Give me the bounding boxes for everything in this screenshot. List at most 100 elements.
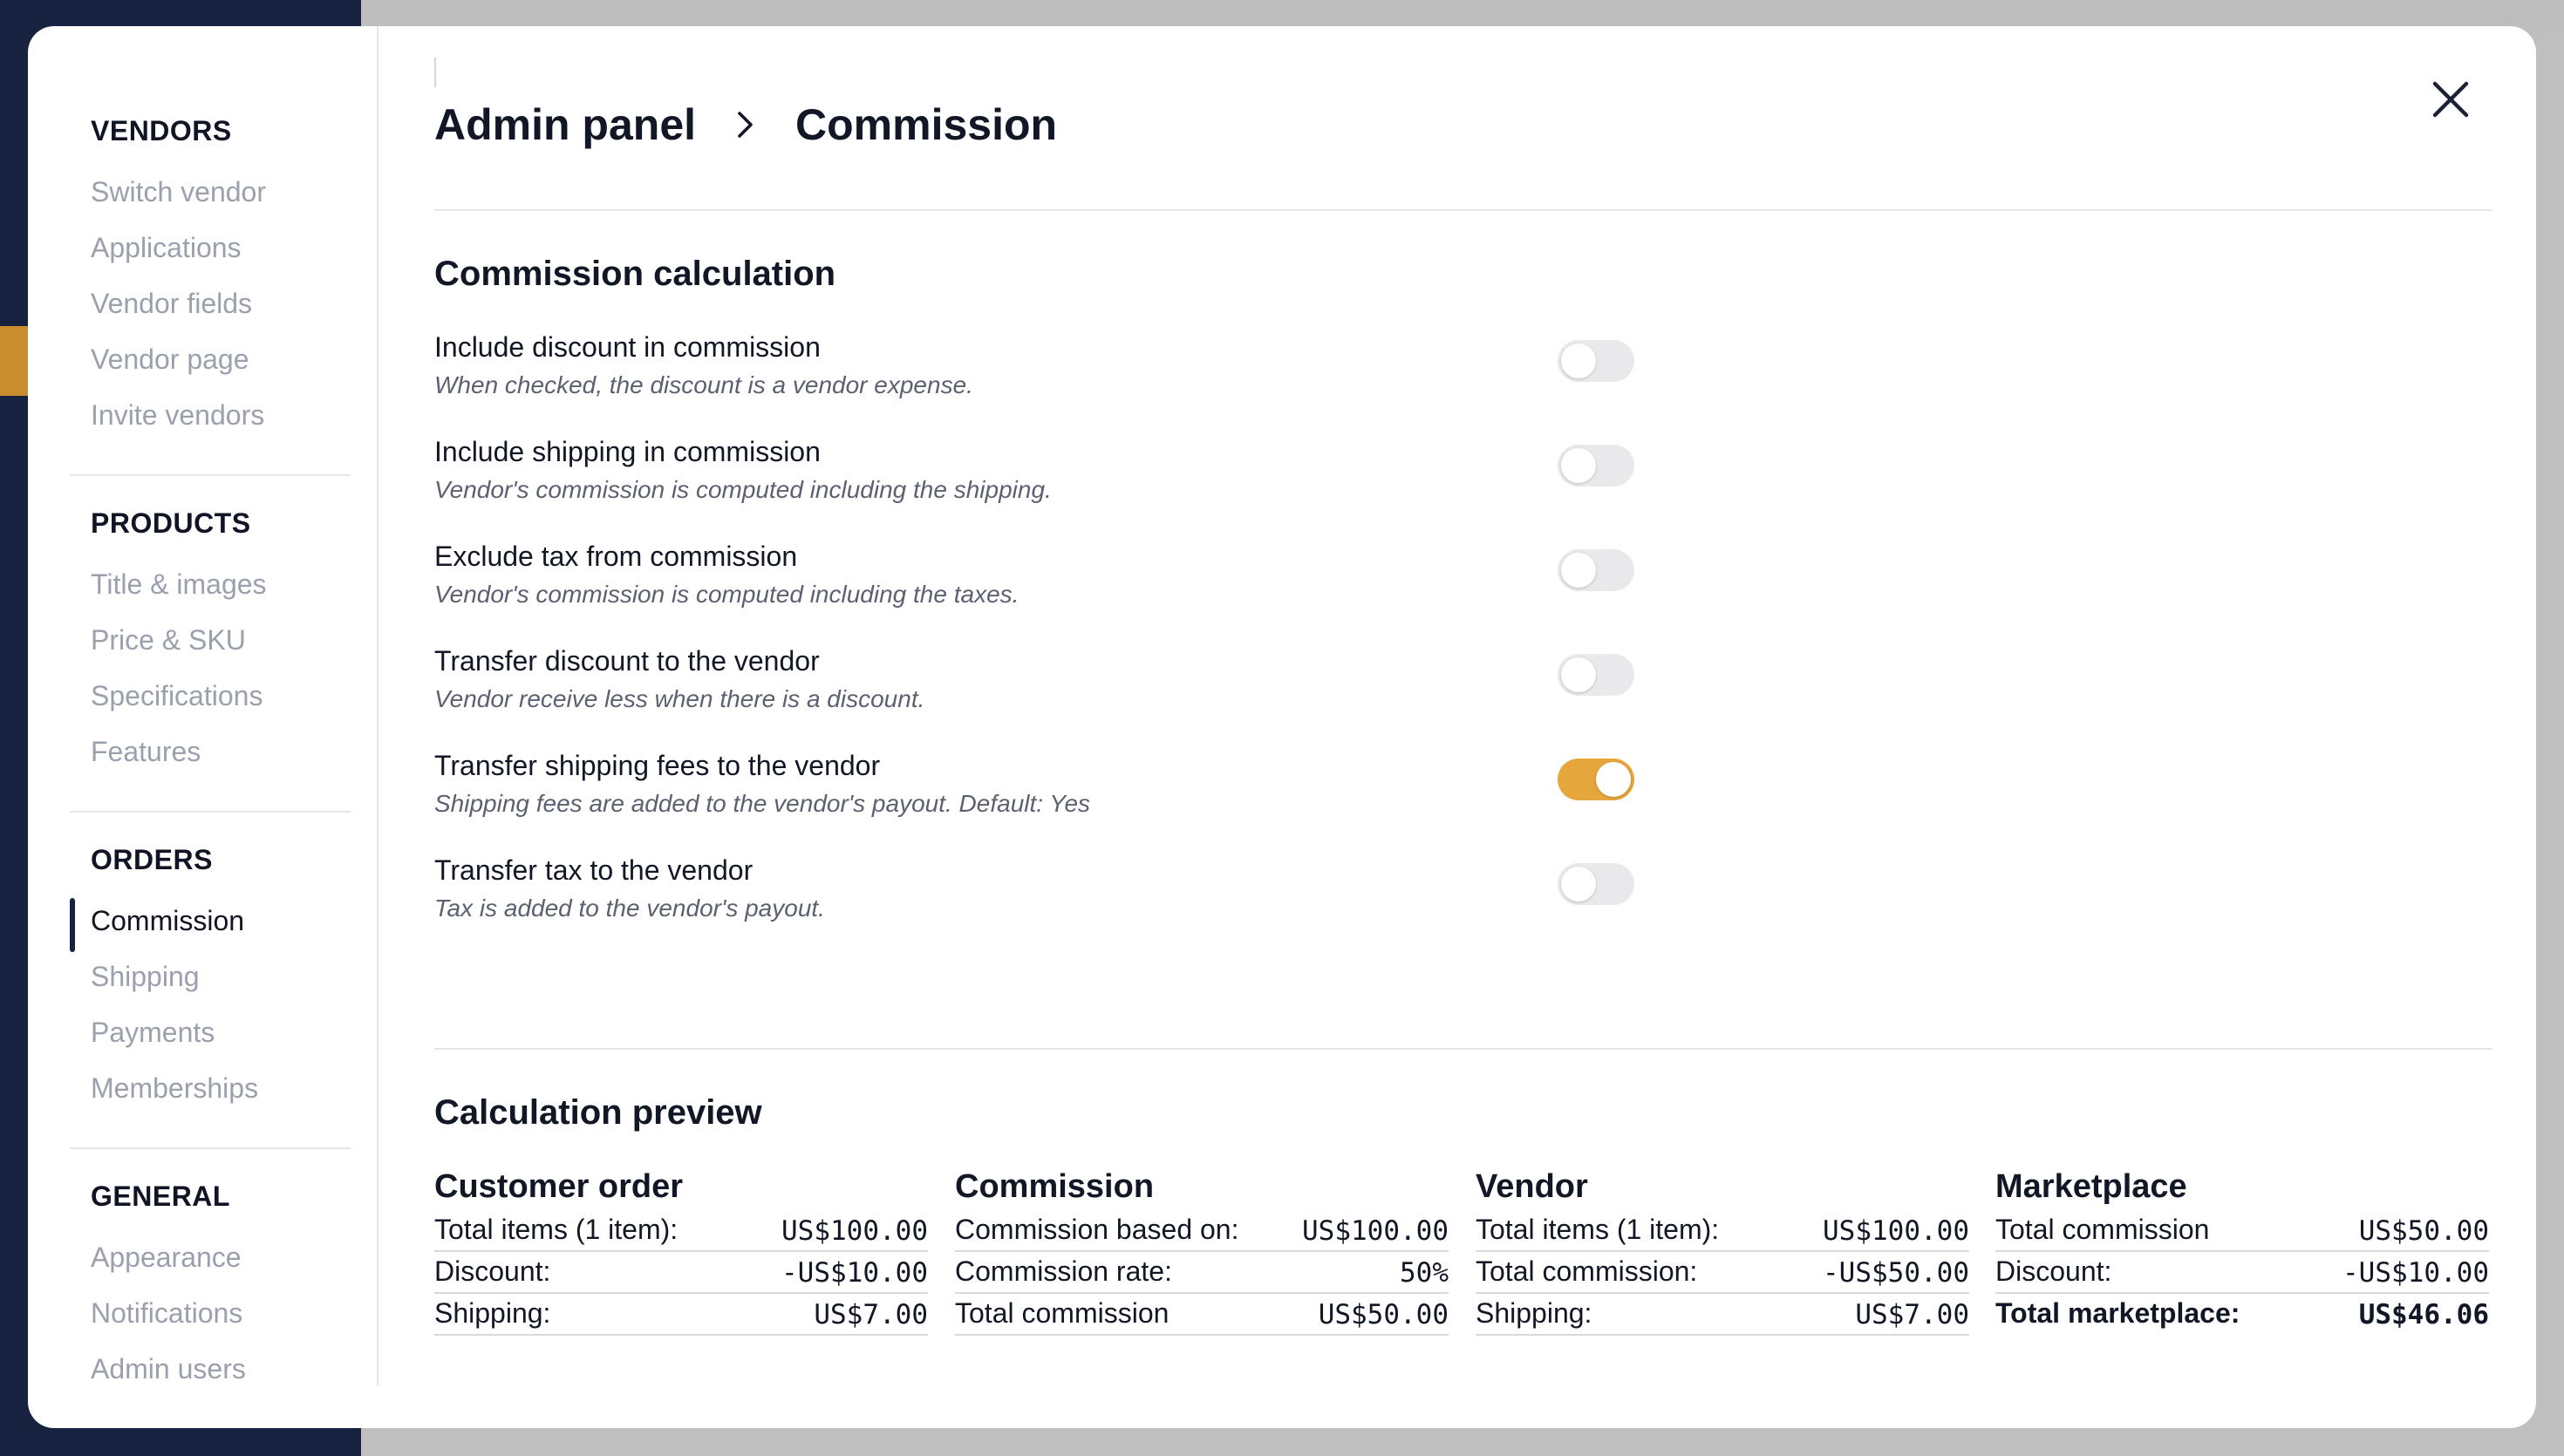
sidebar-divider [70, 811, 351, 813]
setting-description: Vendor receive less when there is a disc… [434, 685, 925, 712]
preview-row: Total items (1 item): US$100.00 [434, 1210, 928, 1252]
preview-column-title: Customer order [434, 1168, 684, 1205]
sidebar-item-vendor-fields[interactable]: Vendor fields [91, 288, 252, 320]
preview-row: Commission based on: US$100.00 [955, 1210, 1449, 1252]
setting-include-shipping: Include shipping in commission Vendor's … [434, 436, 1655, 523]
active-item-indicator [70, 898, 75, 952]
sidebar-item-payments[interactable]: Payments [91, 1017, 215, 1049]
sidebar-section-title: VENDORS [91, 115, 232, 146]
text-cursor [434, 58, 436, 87]
background-accent-marker [0, 326, 28, 396]
sidebar-item-switch-vendor[interactable]: Switch vendor [91, 176, 266, 208]
sidebar-item-price-sku[interactable]: Price & SKU [91, 624, 246, 657]
toggle-exclude-tax[interactable] [1558, 549, 1634, 591]
sidebar-divider [70, 474, 351, 476]
preview-row-value: US$100.00 [781, 1215, 928, 1247]
preview-row: Total commission: -US$50.00 [1476, 1252, 1969, 1294]
sidebar-item-specifications[interactable]: Specifications [91, 680, 263, 712]
sidebar-item-applications[interactable]: Applications [91, 232, 242, 264]
preview-row: Shipping: US$7.00 [434, 1294, 928, 1336]
preview-row-label: Total items (1 item): [1476, 1214, 1720, 1245]
toggle-include-discount[interactable] [1558, 340, 1634, 382]
section-divider [434, 1048, 2492, 1050]
toggle-knob [1561, 553, 1596, 588]
preview-row-total: Total marketplace: US$46.06 [1995, 1294, 2489, 1336]
sidebar-item-title-images[interactable]: Title & images [91, 568, 267, 601]
main-content: Admin panel Commission Commission calcul… [434, 26, 2492, 1428]
toggle-knob [1596, 762, 1631, 797]
preview-row-label: Total commission: [1476, 1255, 1698, 1287]
preview-row-value: US$100.00 [1823, 1215, 1969, 1247]
sidebar-item-shipping[interactable]: Shipping [91, 961, 200, 993]
preview-row-value: -US$10.00 [2342, 1257, 2489, 1289]
breadcrumb: Admin panel Commission [434, 98, 1057, 152]
settings-sidebar: VENDORS Switch vendor Applications Vendo… [28, 26, 378, 1386]
preview-row: Total commission US$50.00 [955, 1294, 1449, 1336]
preview-row: Shipping: US$7.00 [1476, 1294, 1969, 1336]
preview-row-value: -US$50.00 [1823, 1257, 1969, 1289]
preview-row-value: US$100.00 [1302, 1215, 1449, 1247]
toggle-knob [1561, 344, 1596, 378]
chevron-right-icon [720, 98, 771, 152]
preview-row-label: Commission based on: [955, 1214, 1239, 1245]
sidebar-section-title: PRODUCTS [91, 507, 251, 539]
preview-row-value: US$7.00 [1855, 1299, 1969, 1330]
setting-exclude-tax: Exclude tax from commission Vendor's com… [434, 541, 1655, 628]
toggle-knob [1561, 867, 1596, 901]
preview-column-title: Vendor [1476, 1168, 1588, 1205]
setting-description: Shipping fees are added to the vendor's … [434, 790, 1091, 817]
toggle-transfer-shipping[interactable] [1558, 759, 1634, 800]
setting-label: Include shipping in commission [434, 436, 821, 467]
calculation-preview-title: Calculation preview [434, 1093, 762, 1132]
background-header-strip [361, 0, 2564, 26]
preview-row-value: US$50.00 [1318, 1299, 1449, 1330]
setting-include-discount: Include discount in commission When chec… [434, 331, 1655, 418]
preview-row-value: US$50.00 [2358, 1215, 2489, 1247]
header-divider [434, 209, 2492, 211]
toggle-transfer-tax[interactable] [1558, 863, 1634, 905]
sidebar-item-appearance[interactable]: Appearance [91, 1242, 242, 1274]
sidebar-item-features[interactable]: Features [91, 736, 201, 768]
preview-row-label: Total commission [955, 1297, 1169, 1329]
setting-label: Include discount in commission [434, 331, 821, 363]
toggle-knob [1561, 448, 1596, 483]
setting-description: Tax is added to the vendor's payout. [434, 895, 825, 922]
toggle-include-shipping[interactable] [1558, 445, 1634, 486]
setting-transfer-shipping: Transfer shipping fees to the vendor Shi… [434, 750, 1655, 837]
preview-row-label: Shipping: [1476, 1297, 1592, 1329]
sidebar-item-commission[interactable]: Commission [91, 905, 244, 937]
preview-row-label: Total commission [1995, 1214, 2210, 1245]
setting-label: Transfer shipping fees to the vendor [434, 750, 881, 781]
setting-description: Vendor's commission is computed includin… [434, 476, 1052, 503]
breadcrumb-item-admin-panel[interactable]: Admin panel [434, 99, 696, 150]
preview-row: Discount: -US$10.00 [434, 1252, 928, 1294]
commission-calculation-title: Commission calculation [434, 255, 836, 293]
preview-row-value: 50% [1400, 1257, 1449, 1289]
close-button[interactable] [2426, 75, 2475, 124]
setting-description: Vendor's commission is computed includin… [434, 581, 1019, 608]
toggle-knob [1561, 657, 1596, 692]
setting-label: Transfer tax to the vendor [434, 854, 754, 886]
setting-description: When checked, the discount is a vendor e… [434, 371, 973, 398]
sidebar-item-admin-users[interactable]: Admin users [91, 1353, 246, 1385]
preview-column-title: Marketplace [1995, 1168, 2187, 1205]
preview-row-label: Total marketplace: [1995, 1297, 2240, 1329]
preview-row: Total items (1 item): US$100.00 [1476, 1210, 1969, 1252]
sidebar-section-title: ORDERS [91, 844, 213, 875]
sidebar-divider [70, 1147, 351, 1149]
sidebar-item-vendor-page[interactable]: Vendor page [91, 344, 249, 376]
sidebar-item-memberships[interactable]: Memberships [91, 1072, 258, 1105]
preview-row-value: -US$10.00 [781, 1257, 928, 1289]
sidebar-item-notifications[interactable]: Notifications [91, 1297, 242, 1330]
preview-row: Discount: -US$10.00 [1995, 1252, 2489, 1294]
toggle-transfer-discount[interactable] [1558, 654, 1634, 696]
preview-row-label: Shipping: [434, 1297, 551, 1329]
preview-row: Commission rate: 50% [955, 1252, 1449, 1294]
preview-row: Total commission US$50.00 [1995, 1210, 2489, 1252]
settings-modal: VENDORS Switch vendor Applications Vendo… [28, 26, 2536, 1428]
close-icon [2432, 81, 2469, 118]
preview-row-label: Discount: [1995, 1255, 2112, 1287]
setting-label: Transfer discount to the vendor [434, 645, 820, 677]
preview-row-label: Total items (1 item): [434, 1214, 679, 1245]
sidebar-item-invite-vendors[interactable]: Invite vendors [91, 399, 264, 432]
